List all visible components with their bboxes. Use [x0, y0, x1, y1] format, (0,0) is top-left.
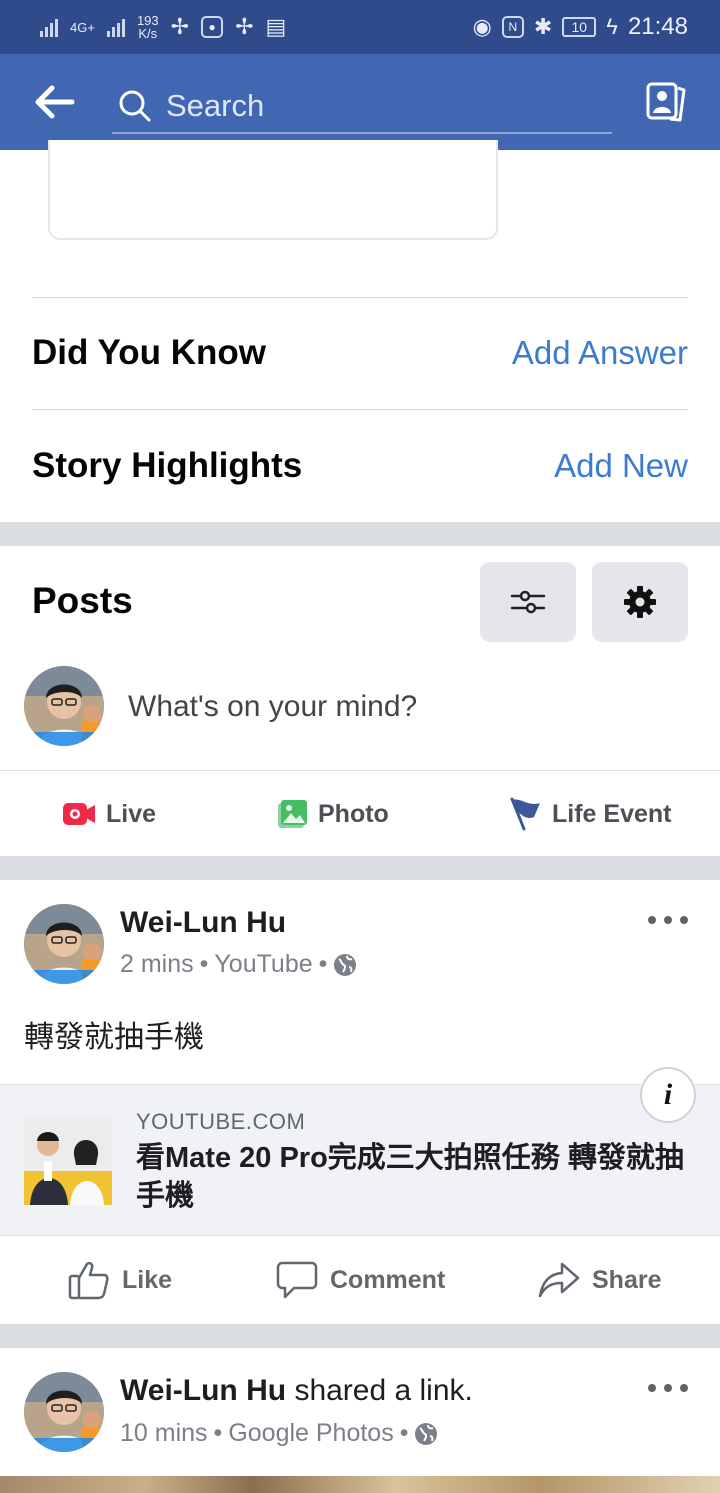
comment-icon	[276, 1261, 318, 1299]
meta-separator: •	[399, 1419, 409, 1447]
post-options-button[interactable]	[648, 1376, 688, 1400]
network-speed: 193 K/s	[136, 13, 159, 41]
avatar-photo	[24, 1372, 104, 1452]
bluetooth-icon: ✱	[533, 14, 553, 39]
eye-icon: ◉	[472, 14, 492, 39]
sliders-icon	[510, 590, 546, 614]
story-highlights-title: Story Highlights	[32, 446, 303, 485]
status-right: ◉ N ✱ 10 ϟ 21:48	[473, 13, 688, 41]
section-separator	[0, 1324, 720, 1348]
live-video-icon	[63, 803, 95, 825]
status-left: 4G+ 193 K/s ✢ ● ✢ ▤	[40, 14, 286, 40]
search-input[interactable]	[166, 88, 586, 124]
add-new-link[interactable]: Add New	[554, 447, 688, 485]
avatar-photo	[24, 904, 104, 984]
search-icon	[119, 90, 151, 122]
link-domain: YOUTUBE.COM	[136, 1109, 306, 1134]
post-time[interactable]: 2 mins	[120, 950, 194, 979]
link-preview[interactable]: YOUTUBE.COM 看Mate 20 Pro完成三大拍照任務 轉發就抽手機 …	[0, 1067, 720, 1236]
network-type: 4G+	[70, 19, 95, 35]
app-notification-icon: ●	[201, 16, 224, 38]
photo-button[interactable]: Photo	[276, 771, 389, 857]
meta-separator: •	[199, 950, 209, 978]
gear-icon	[624, 586, 656, 618]
globe-icon	[415, 1422, 438, 1445]
pinwheel-icon: ✢	[170, 14, 190, 39]
avatar[interactable]	[24, 666, 104, 746]
post-author-avatar[interactable]	[24, 1372, 104, 1452]
section-separator	[0, 856, 720, 880]
search-bar[interactable]	[112, 80, 612, 134]
post-activity: shared a link.	[294, 1374, 473, 1407]
charging-icon: ϟ	[606, 14, 618, 39]
clock: 21:48	[627, 13, 688, 40]
composer-input[interactable]: What's on your mind?	[128, 690, 417, 724]
section-separator	[0, 522, 720, 546]
share-button[interactable]: Share	[538, 1236, 661, 1324]
pinwheel-icon-2: ✢	[235, 14, 254, 39]
did-you-know-row: Did You Know Add Answer	[32, 330, 688, 376]
post-author-avatar[interactable]	[24, 904, 104, 984]
arrow-left-icon	[35, 85, 75, 119]
live-button[interactable]: Live	[62, 771, 156, 857]
app-bar	[0, 54, 720, 150]
post-time[interactable]: 10 mins	[120, 1419, 208, 1448]
back-button[interactable]	[32, 84, 78, 120]
post-reaction-bar: Like Comment Share	[0, 1236, 720, 1324]
link-thumbnail	[24, 1117, 112, 1205]
posts-settings-button[interactable]	[592, 562, 688, 642]
post-author-line: Wei-Lun Hu shared a link.	[120, 1374, 473, 1408]
story-highlights-row: Story Highlights Add New	[32, 443, 688, 489]
message-icon: ▤	[265, 14, 287, 39]
post-source: YouTube	[214, 950, 313, 978]
globe-icon	[334, 953, 357, 976]
share-icon	[538, 1262, 580, 1298]
filter-posts-button[interactable]	[480, 562, 576, 642]
profile-switch-icon	[646, 82, 686, 122]
shared-photo-preview[interactable]	[0, 1476, 720, 1493]
life-event-button[interactable]: Life Event	[508, 771, 671, 857]
post-text: 轉發就抽手機	[24, 1021, 204, 1054]
comment-button[interactable]: Comment	[276, 1236, 445, 1324]
composer-actions: Live Photo Life Event	[0, 770, 720, 856]
post-author-name[interactable]: Wei-Lun Hu	[120, 906, 286, 940]
photo-icon	[278, 800, 307, 828]
status-bar: 4G+ 193 K/s ✢ ● ✢ ▤ ◉ N ✱ 10 ϟ 21:48	[0, 0, 720, 54]
battery-icon: 10	[562, 17, 597, 37]
profile-switch-button[interactable]	[644, 80, 688, 124]
meta-separator: •	[318, 950, 328, 978]
post-author-name[interactable]: Wei-Lun Hu	[120, 1374, 286, 1407]
divider	[32, 297, 688, 298]
intro-card	[48, 140, 498, 240]
post-meta: 2 mins • YouTube •	[120, 950, 357, 979]
thumbnail-image	[24, 1117, 112, 1205]
like-button[interactable]: Like	[68, 1236, 172, 1324]
signal-icon	[40, 17, 58, 37]
info-button[interactable]: i	[640, 1067, 696, 1123]
did-you-know-title: Did You Know	[32, 333, 266, 372]
flag-icon	[510, 797, 540, 831]
divider	[32, 409, 688, 410]
signal-icon-2	[106, 17, 125, 37]
posts-title: Posts	[32, 580, 133, 621]
post-options-button[interactable]	[648, 908, 688, 932]
meta-separator: •	[213, 1419, 223, 1447]
add-answer-link[interactable]: Add Answer	[512, 334, 688, 372]
avatar-photo	[24, 666, 104, 746]
post-source: Google Photos	[228, 1419, 394, 1447]
link-title[interactable]: 看Mate 20 Pro完成三大拍照任務 轉發就抽手機	[136, 1139, 696, 1215]
post-meta: 10 mins • Google Photos •	[120, 1419, 438, 1448]
nfc-icon: N	[501, 16, 524, 38]
thumbs-up-icon	[68, 1261, 109, 1300]
